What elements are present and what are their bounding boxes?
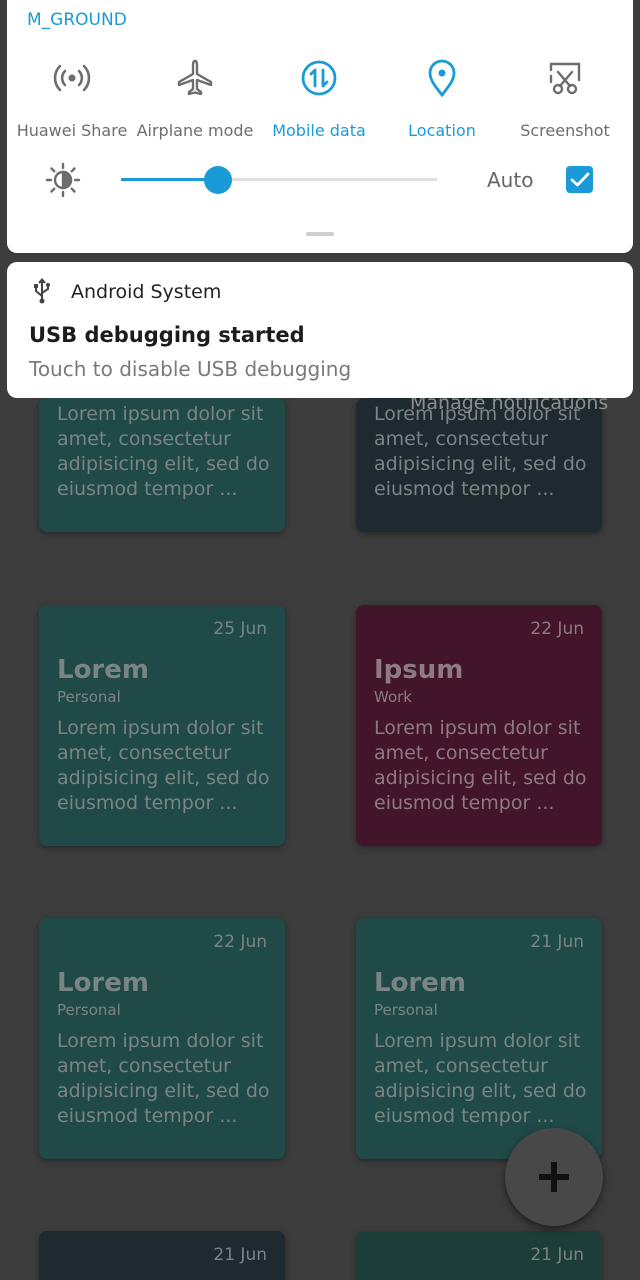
note-body: Lorem ipsum dolor sit amet, consectetur … [57,1030,270,1127]
wifi-network-label: M_GROUND [27,10,127,30]
note-card[interactable]: Lorem ipsum dolor sit amet, consectetur … [39,398,285,532]
note-body: Lorem ipsum dolor sit amet, consectetur … [374,1030,587,1127]
auto-brightness-checkbox[interactable] [566,166,593,193]
note-body: Lorem ipsum dolor sit amet, consectetur … [57,403,270,500]
note-card[interactable]: 21 Jun [39,1231,285,1280]
usb-debugging-notification[interactable]: Android System USB debugging started Tou… [7,262,633,398]
tile-label: Screenshot [520,121,610,140]
note-title: Lorem [374,968,466,998]
notification-app-name: Android System [71,281,222,303]
tile-label: Mobile data [272,121,366,140]
tile-label: Location [408,121,476,140]
quick-settings-panel: M_GROUND Huawei Share Airplane mode Mobi… [7,0,633,253]
note-body: Lorem ipsum dolor sit amet, consectetur … [374,717,587,814]
tile-label: Airplane mode [136,121,254,140]
auto-brightness-label: Auto [487,168,534,192]
note-card[interactable]: 21 Jun Lorem Personal Lorem ipsum dolor … [356,918,602,1159]
note-card[interactable]: Lorem ipsum dolor sit amet, consectetur … [356,398,602,532]
note-category: Personal [57,1001,121,1019]
note-category: Personal [374,1001,438,1019]
note-card[interactable]: 22 Jun Ipsum Work Lorem ipsum dolor sit … [356,605,602,846]
tile-mobile-data[interactable]: Mobile data [259,55,379,140]
note-date: 25 Jun [213,619,267,639]
mobile-data-icon [259,55,379,101]
screenshot-icon [505,55,625,101]
note-card[interactable]: 25 Jun Lorem Personal Lorem ipsum dolor … [39,605,285,846]
note-title: Lorem [57,655,149,685]
note-body: Lorem ipsum dolor sit amet, consectetur … [374,403,587,500]
usb-icon [32,277,52,308]
note-body: Lorem ipsum dolor sit amet, consectetur … [57,717,270,814]
note-title: Ipsum [374,655,464,685]
note-title: Lorem [57,968,149,998]
notification-title: USB debugging started [29,323,305,347]
huawei-share-icon [12,55,132,101]
airplane-icon [135,55,255,101]
notification-text: Touch to disable USB debugging [29,357,352,381]
tile-screenshot[interactable]: Screenshot [505,55,625,140]
note-date: 21 Jun [213,1245,267,1265]
note-date: 22 Jun [530,619,584,639]
brightness-icon [45,162,81,202]
location-icon [382,55,502,101]
tile-huawei-share[interactable]: Huawei Share [12,55,132,140]
brightness-slider-thumb[interactable] [204,166,232,194]
tile-location[interactable]: Location [382,55,502,140]
note-date: 21 Jun [530,1245,584,1265]
note-date: 22 Jun [213,932,267,952]
note-category: Work [374,688,412,706]
plus-icon [539,1162,569,1192]
check-icon [570,172,589,186]
panel-drag-handle[interactable] [306,232,334,236]
note-card[interactable]: 22 Jun Lorem Personal Lorem ipsum dolor … [39,918,285,1159]
tile-label: Huawei Share [16,121,128,140]
tile-airplane-mode[interactable]: Airplane mode [135,55,255,140]
note-category: Personal [57,688,121,706]
add-note-button[interactable] [505,1128,603,1226]
note-date: 21 Jun [530,932,584,952]
note-card[interactable]: 21 Jun [356,1231,602,1280]
